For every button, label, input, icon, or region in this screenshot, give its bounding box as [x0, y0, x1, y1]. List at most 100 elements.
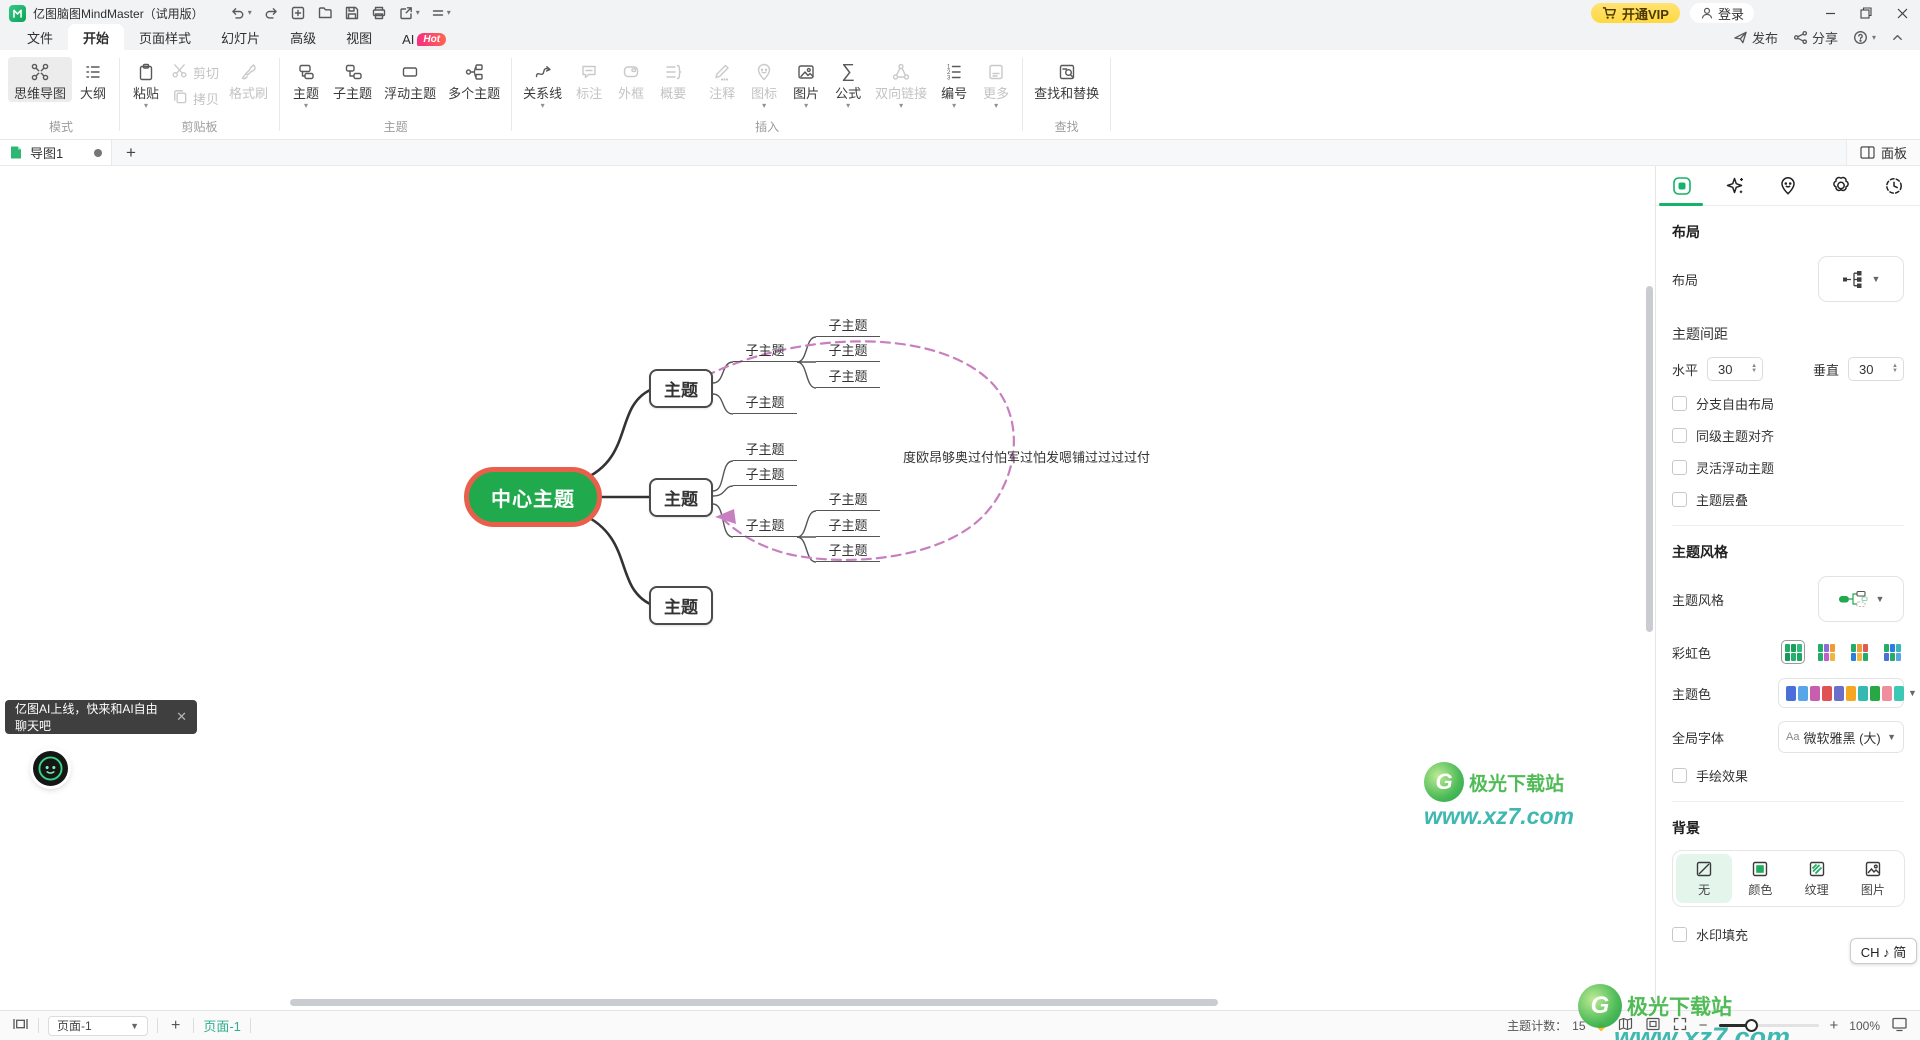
relationship-label[interactable]: 度欧昂够奥过付怕军过怕发嗯铺过过过过付: [903, 447, 1150, 466]
ribbon-button-multiple-topics[interactable]: 多个主题: [442, 57, 506, 102]
navigator-button[interactable]: [1617, 1016, 1634, 1035]
login-button[interactable]: 登录: [1689, 3, 1754, 23]
document-tab[interactable]: 导图1: [0, 140, 112, 165]
panel-tab-theme[interactable]: [1814, 166, 1867, 205]
topic-node[interactable]: 主题: [649, 478, 713, 517]
horizontal-spacing-stepper[interactable]: 30 ▲ ▼: [1707, 357, 1764, 381]
panel-toggle-button[interactable]: 面板: [1845, 140, 1920, 165]
publish-button[interactable]: 发布: [1733, 28, 1778, 47]
ribbon-button-format-painter[interactable]: 格式刷: [223, 57, 274, 102]
checkbox[interactable]: [1672, 768, 1687, 783]
ribbon-button-comment[interactable]: 注释: [701, 57, 743, 102]
subtopic-node[interactable]: 子主题: [816, 316, 880, 337]
rainbow-option-1[interactable]: [1781, 640, 1805, 664]
ribbon-button-icon[interactable]: 图标 ▾: [743, 57, 785, 110]
paste-caret-icon[interactable]: ▾: [144, 102, 148, 110]
subtopic-node[interactable]: 子主题: [733, 465, 797, 486]
undo-caret-icon[interactable]: ▾: [248, 9, 252, 17]
panel-tab-history[interactable]: [1867, 166, 1920, 205]
more-caret-icon[interactable]: ▾: [994, 102, 998, 110]
help-caret-icon[interactable]: ▾: [1872, 33, 1876, 42]
fit-window-button[interactable]: [1645, 1016, 1661, 1035]
bidirectional-link-caret-icon[interactable]: ▾: [899, 102, 903, 110]
vip-button[interactable]: 开通VIP: [1591, 3, 1680, 23]
vertical-spacing-stepper[interactable]: 30 ▲ ▼: [1848, 357, 1904, 381]
subtopic-node[interactable]: 子主题: [733, 516, 797, 537]
panel-tab-style[interactable]: [1709, 166, 1762, 205]
subtopic-node[interactable]: 子主题: [816, 367, 880, 388]
checkbox-row-align-siblings[interactable]: 同级主题对齐: [1672, 426, 1904, 445]
presentation-button[interactable]: [1891, 1016, 1908, 1035]
collapse-ribbon-button[interactable]: [1891, 31, 1904, 44]
open-file-button[interactable]: [317, 5, 333, 21]
background-option-texture[interactable]: 纹理: [1789, 854, 1845, 903]
new-file-button[interactable]: [290, 5, 306, 21]
ribbon-button-picture[interactable]: 图片 ▾: [785, 57, 827, 110]
ribbon-button-more[interactable]: 更多 ▾: [975, 57, 1017, 110]
mindmap-canvas[interactable]: 中心主题 主题 主题 主题 子主题 子主题 子主题 子主题 子主题 子主题 子主…: [0, 166, 1655, 1010]
background-option-image[interactable]: 图片: [1845, 854, 1901, 903]
style-select[interactable]: ▼: [1818, 576, 1904, 622]
ribbon-button-relationship[interactable]: 关系线 ▾: [517, 57, 568, 110]
export-button[interactable]: ▾: [398, 5, 420, 21]
checkbox[interactable]: [1672, 460, 1687, 475]
central-topic-node[interactable]: 中心主题: [464, 467, 602, 527]
vertical-scrollbar[interactable]: [1646, 286, 1653, 632]
active-page-tab[interactable]: 页面-1: [203, 1016, 241, 1035]
ribbon-button-numbering[interactable]: 123 编号 ▾: [933, 57, 975, 110]
ribbon-button-summary[interactable]: 概要: [652, 57, 694, 102]
print-button[interactable]: [371, 5, 387, 21]
numbering-caret-icon[interactable]: ▾: [952, 102, 956, 110]
ribbon-button-paste[interactable]: 粘贴 ▾: [125, 57, 167, 110]
minimize-button[interactable]: [1812, 0, 1848, 26]
checkbox-row-overlap[interactable]: 主题层叠: [1672, 490, 1904, 509]
topic-node[interactable]: 主题: [649, 369, 713, 408]
theme-color-select[interactable]: ▼: [1778, 678, 1917, 708]
ime-indicator[interactable]: CH ♪ 简: [1850, 938, 1917, 964]
rainbow-option-2[interactable]: [1814, 640, 1838, 664]
subtopic-node[interactable]: 子主题: [733, 341, 797, 362]
customize-caret-icon[interactable]: ▾: [447, 9, 451, 17]
formula-caret-icon[interactable]: ▾: [846, 102, 850, 110]
icon-caret-icon[interactable]: ▾: [762, 102, 766, 110]
gem-icon[interactable]: ◆: [1597, 1019, 1606, 1033]
zoom-slider-knob[interactable]: [1744, 1018, 1758, 1032]
rainbow-option-4[interactable]: [1880, 640, 1904, 664]
horizontal-scrollbar[interactable]: [290, 999, 1218, 1006]
menu-slides[interactable]: 幻灯片: [206, 24, 275, 50]
menu-home[interactable]: 开始: [68, 24, 125, 50]
rainbow-option-3[interactable]: [1847, 640, 1871, 664]
checkbox[interactable]: [1672, 927, 1687, 942]
subtopic-node[interactable]: 子主题: [733, 440, 797, 461]
background-option-color[interactable]: 颜色: [1732, 854, 1788, 903]
checkbox[interactable]: [1672, 428, 1687, 443]
ribbon-button-topic[interactable]: 主题 ▾: [285, 57, 327, 110]
ribbon-button-boundary[interactable]: 外框: [610, 57, 652, 102]
menu-file[interactable]: 文件: [12, 24, 68, 50]
topic-caret-icon[interactable]: ▾: [304, 102, 308, 110]
zoom-out-button[interactable]: −: [1699, 1017, 1708, 1034]
share-button[interactable]: 分享: [1793, 28, 1838, 47]
subtopic-node[interactable]: 子主题: [816, 490, 880, 511]
ribbon-button-outline[interactable]: 大纲: [72, 57, 114, 102]
layout-select[interactable]: ▼: [1818, 256, 1904, 302]
restore-button[interactable]: [1848, 0, 1884, 26]
subtopic-node[interactable]: 子主题: [816, 541, 880, 562]
ribbon-button-formula[interactable]: ∑ 公式 ▾: [827, 57, 869, 110]
menu-page-style[interactable]: 页面样式: [124, 24, 206, 50]
zoom-in-button[interactable]: +: [1830, 1017, 1839, 1034]
help-button[interactable]: ▾: [1853, 30, 1876, 45]
undo-button[interactable]: ▾: [230, 5, 252, 21]
panel-tab-layout[interactable]: [1656, 166, 1709, 206]
checkbox[interactable]: [1672, 396, 1687, 411]
redo-button[interactable]: [263, 5, 279, 21]
export-caret-icon[interactable]: ▾: [416, 9, 420, 17]
subtopic-node[interactable]: 子主题: [816, 341, 880, 362]
checkbox-row-free-layout[interactable]: 分支自由布局: [1672, 394, 1904, 413]
zoom-slider[interactable]: [1718, 1018, 1819, 1032]
checkbox-row-flex-floating[interactable]: 灵活浮动主题: [1672, 458, 1904, 477]
subtopic-node[interactable]: 子主题: [816, 516, 880, 537]
stepper-arrows-icon[interactable]: ▲ ▼: [1892, 363, 1898, 374]
toast-close-icon[interactable]: ✕: [176, 709, 187, 725]
customize-toolbar-button[interactable]: ▾: [431, 6, 451, 20]
